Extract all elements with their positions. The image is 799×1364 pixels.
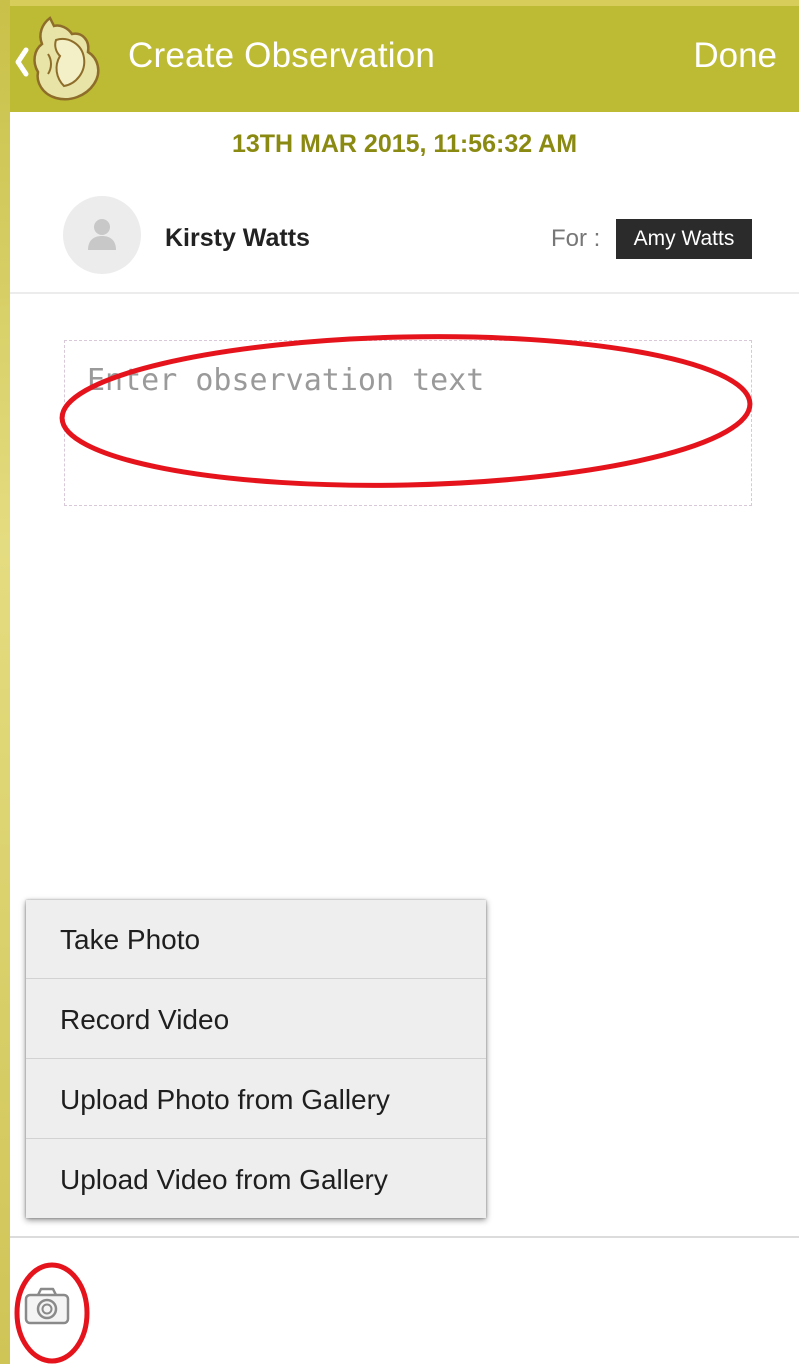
user-icon — [88, 219, 116, 250]
media-options-menu: Take Photo Record Video Upload Photo fro… — [26, 900, 486, 1218]
chevron-left-icon — [15, 47, 29, 77]
observation-text-input[interactable] — [65, 341, 751, 505]
page-title: Create Observation — [128, 36, 436, 75]
menu-item-label: Upload Photo from Gallery — [60, 1084, 390, 1115]
menu-item-upload-video[interactable]: Upload Video from Gallery — [26, 1140, 486, 1219]
camera-icon — [24, 1287, 70, 1325]
author-name: Kirsty Watts — [165, 224, 310, 252]
camera-button[interactable] — [14, 1261, 90, 1364]
child-selector[interactable]: Amy Watts — [616, 219, 752, 259]
menu-item-upload-photo[interactable]: Upload Photo from Gallery — [26, 1060, 486, 1139]
back-button[interactable] — [10, 6, 120, 112]
background-edge — [0, 0, 10, 1364]
menu-item-record-video[interactable]: Record Video — [26, 980, 486, 1059]
header-bar: Create Observation Done — [10, 6, 799, 112]
menu-item-label: Upload Video from Gallery — [60, 1164, 388, 1195]
app-screen: Create Observation Done 13TH MAR 2015, 1… — [10, 6, 799, 1364]
menu-item-label: Record Video — [60, 1004, 230, 1035]
divider — [10, 292, 799, 294]
done-button[interactable]: Done — [693, 36, 777, 76]
app-logo-icon — [15, 16, 100, 101]
avatar — [63, 196, 141, 274]
divider — [10, 1236, 799, 1238]
observation-timestamp: 13TH MAR 2015, 11:56:32 AM — [231, 130, 578, 158]
menu-item-label: Take Photo — [60, 924, 201, 955]
menu-item-take-photo[interactable]: Take Photo — [26, 900, 486, 979]
for-label: For : — [551, 225, 601, 252]
observation-text-box — [64, 340, 752, 506]
